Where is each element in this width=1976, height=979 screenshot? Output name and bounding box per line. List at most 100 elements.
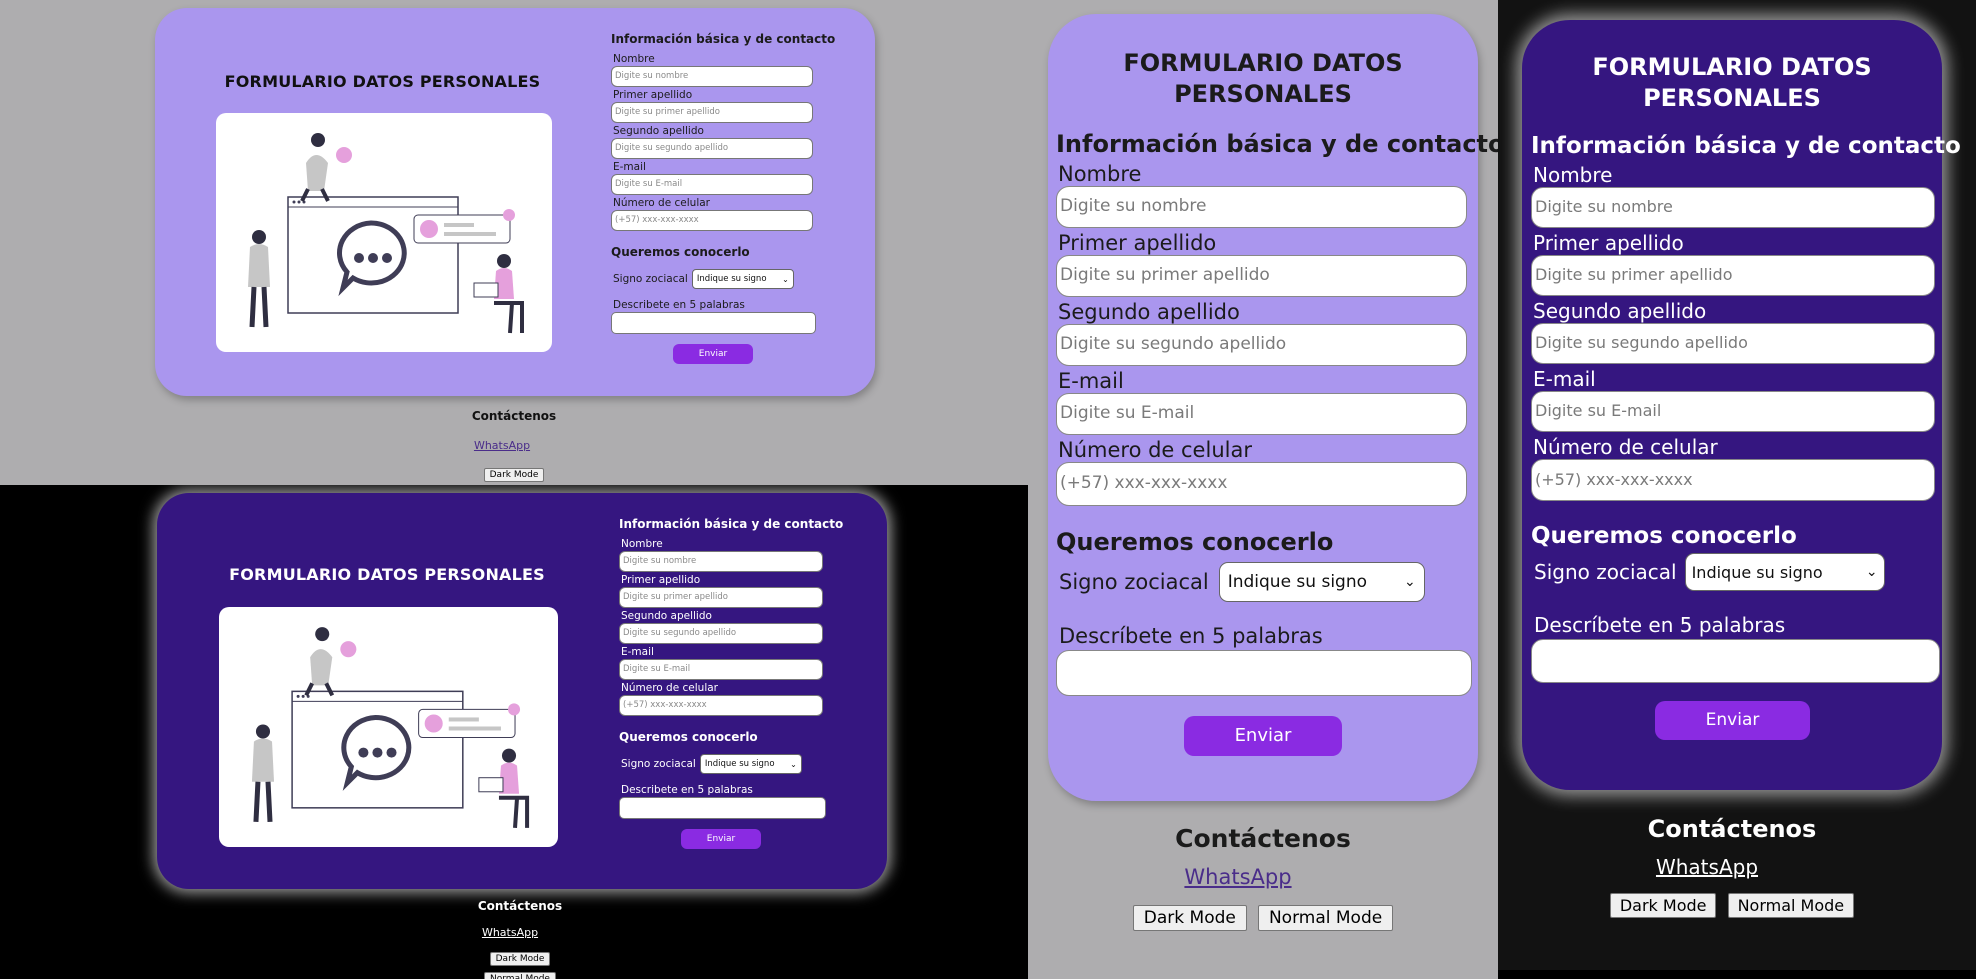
page-title: FORMULARIO DATOS PERSONALES [224, 72, 541, 91]
zodiac-row: Signo zociacal Indique su signo ⌄ [621, 754, 843, 774]
email-label: E-mail [1058, 369, 1124, 393]
submit-button[interactable]: Enviar [681, 829, 761, 849]
page-title-line-1: FORMULARIO DATOS [1123, 49, 1403, 77]
primer-apellido-label: Primer apellido [613, 89, 693, 101]
segundo-apellido-input[interactable]: Digite su segundo apellido [1056, 324, 1467, 366]
celular-input[interactable]: (+57) xxx-xxx-xxxx [1056, 462, 1467, 506]
contact-section: Contáctenos WhatsApp Dark Mode Normal Mo… [450, 409, 578, 485]
zodiac-select[interactable]: Indique su signo ⌄ [1684, 553, 1885, 591]
describe-textarea[interactable] [1056, 650, 1472, 696]
celular-label: Número de celular [1533, 435, 1718, 459]
segundo-apellido-label: Segundo apellido [1058, 300, 1240, 324]
nombre-input[interactable]: Digite su nombre [1531, 187, 1935, 228]
form-card: FORMULARIO DATOS PERSONALES Información … [155, 8, 875, 396]
section-basic-heading: Información básica y de contacto [611, 32, 836, 46]
page-title: FORMULARIO DATOS PERSONALES [1522, 52, 1942, 114]
whatsapp-link[interactable]: WhatsApp [1656, 855, 1758, 879]
contact-heading: Contáctenos [471, 409, 557, 423]
submit-button[interactable]: Enviar [673, 344, 753, 364]
contact-section: Contáctenos WhatsApp Dark Mode Normal Mo… [1498, 815, 1966, 918]
describe-textarea[interactable] [611, 312, 816, 334]
primer-apellido-label: Primer apellido [621, 574, 701, 586]
celular-input[interactable]: (+57) xxx-xxx-xxxx [1531, 459, 1935, 501]
segundo-apellido-label: Segundo apellido [1533, 299, 1707, 323]
describe-label: Describete en 5 palabras [621, 784, 753, 796]
nombre-input[interactable]: Digite su nombre [619, 551, 823, 572]
email-input[interactable]: Digite su E-mail [619, 659, 823, 680]
section-basic-heading: Información básica y de contacto [1531, 133, 1961, 159]
email-label: E-mail [613, 161, 646, 173]
nombre-label: Nombre [613, 53, 655, 65]
contact-heading: Contáctenos [477, 899, 563, 913]
describe-label: Describete en 5 palabras [613, 299, 745, 311]
dark-mode-button[interactable]: Dark Mode [1132, 905, 1247, 931]
celular-input[interactable]: (+57) xxx-xxx-xxxx [619, 695, 823, 716]
wide-light-view: FORMULARIO DATOS PERSONALES Información … [0, 0, 1028, 485]
email-input[interactable]: Digite su E-mail [611, 174, 813, 195]
submit-button[interactable]: Enviar [1184, 716, 1342, 756]
whatsapp-link[interactable]: WhatsApp [1184, 865, 1291, 889]
segundo-apellido-label: Segundo apellido [621, 610, 712, 622]
chat-illustration-icon [251, 627, 530, 829]
dark-mode-button[interactable]: Dark Mode [489, 952, 551, 966]
chevron-down-icon: ⌄ [782, 274, 789, 284]
segundo-apellido-input[interactable]: Digite su segundo apellido [611, 138, 813, 159]
chevron-down-icon: ⌄ [1865, 564, 1878, 580]
dark-mode-button[interactable]: Dark Mode [483, 468, 545, 482]
describe-label: Descríbete en 5 palabras [1534, 613, 1786, 637]
contact-form: Información básica y de contacto Nombre … [1531, 133, 1961, 740]
chevron-down-icon: ⌄ [1403, 574, 1416, 590]
nombre-input[interactable]: Digite su nombre [1056, 186, 1467, 228]
normal-mode-button[interactable]: Normal Mode [484, 972, 556, 979]
mobile-light-view: FORMULARIO DATOS PERSONALES Información … [1028, 0, 1498, 979]
primer-apellido-label: Primer apellido [1058, 231, 1217, 255]
whatsapp-link[interactable]: WhatsApp [482, 926, 538, 939]
zodiac-row: Signo zociacal Indique su signo ⌄ [1059, 562, 1470, 602]
primer-apellido-input[interactable]: Digite su primer apellido [1056, 255, 1467, 297]
page-title: FORMULARIO DATOS PERSONALES [229, 565, 545, 584]
illustration-image [216, 113, 552, 352]
email-label: E-mail [621, 646, 654, 658]
primer-apellido-input[interactable]: Digite su primer apellido [619, 587, 823, 608]
zodiac-select[interactable]: Indique su signo ⌄ [1218, 562, 1425, 602]
dark-mode-button[interactable]: Dark Mode [1609, 893, 1717, 918]
normal-mode-button[interactable]: Normal Mode [1257, 905, 1394, 931]
zodiac-label: Signo zociacal [621, 758, 696, 770]
normal-mode-button[interactable]: Normal Mode [1727, 893, 1855, 918]
contact-form: Información básica y de contacto Nombre … [1056, 130, 1498, 756]
section-basic-heading: Información básica y de contacto [619, 517, 844, 531]
zodiac-selected-value: Indique su signo [696, 274, 767, 284]
celular-input[interactable]: (+57) xxx-xxx-xxxx [611, 210, 813, 231]
email-label: E-mail [1533, 367, 1596, 391]
chevron-down-icon: ⌄ [790, 759, 797, 769]
submit-button[interactable]: Enviar [1655, 701, 1810, 740]
segundo-apellido-label: Segundo apellido [613, 125, 704, 137]
nombre-label: Nombre [1533, 163, 1613, 187]
zodiac-selected-value: Indique su signo [1227, 572, 1368, 592]
zodiac-select[interactable]: Indique su signo ⌄ [699, 754, 802, 774]
zodiac-label: Signo zociacal [1534, 560, 1677, 584]
describe-textarea[interactable] [1531, 639, 1940, 683]
email-input[interactable]: Digite su E-mail [1056, 393, 1467, 435]
section-know-heading: Queremos conocerlo [611, 245, 750, 259]
whatsapp-link[interactable]: WhatsApp [474, 439, 530, 452]
describe-textarea[interactable] [619, 797, 826, 819]
segundo-apellido-input[interactable]: Digite su segundo apellido [619, 623, 823, 644]
form-card: FORMULARIO DATOS PERSONALES Información … [1522, 20, 1961, 790]
contact-form: Información básica y de contacto Nombre … [619, 517, 843, 849]
page-title-line-2: PERSONALES [1174, 80, 1352, 108]
primer-apellido-input[interactable]: Digite su primer apellido [1531, 255, 1935, 296]
mobile-dark-view: FORMULARIO DATOS PERSONALES Información … [1498, 0, 1976, 970]
section-know-heading: Queremos conocerlo [1531, 523, 1797, 549]
email-input[interactable]: Digite su E-mail [1531, 391, 1935, 432]
zodiac-row: Signo zociacal Indique su signo ⌄ [613, 269, 835, 289]
section-basic-heading: Información básica y de contacto [1056, 130, 1498, 158]
zodiac-select[interactable]: Indique su signo ⌄ [691, 269, 794, 289]
primer-apellido-input[interactable]: Digite su primer apellido [611, 102, 813, 123]
celular-label: Número de celular [613, 197, 710, 209]
nombre-input[interactable]: Digite su nombre [611, 66, 813, 87]
celular-label: Número de celular [1058, 438, 1252, 462]
segundo-apellido-input[interactable]: Digite su segundo apellido [1531, 323, 1935, 364]
describe-label: Descríbete en 5 palabras [1059, 624, 1323, 648]
zodiac-selected-value: Indique su signo [1691, 562, 1823, 582]
